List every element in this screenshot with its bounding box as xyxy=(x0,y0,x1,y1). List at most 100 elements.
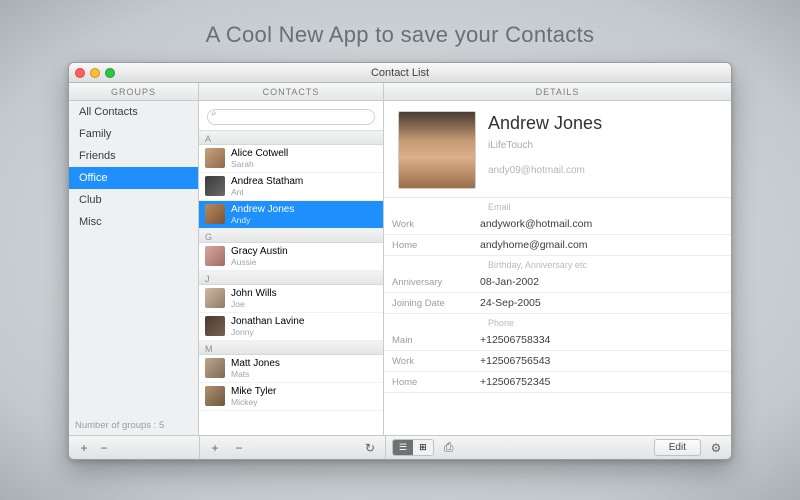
detail-label: Work xyxy=(384,356,480,367)
detail-value: +12506758334 xyxy=(480,334,550,346)
contact-name: Mike Tyler xyxy=(231,386,276,397)
alpha-separator: J xyxy=(199,271,383,285)
contact-item[interactable]: Mike TylerMickey xyxy=(199,383,383,411)
groups-list: All ContactsFamilyFriendsOfficeClubMisc xyxy=(69,101,198,416)
refresh-icon[interactable]: ↻ xyxy=(361,441,379,455)
detail-org: iLifeTouch xyxy=(488,140,602,151)
titlebar: Contact List xyxy=(69,63,731,83)
detail-row: Work+12506756543 xyxy=(384,351,731,372)
groups-column: GROUPS All ContactsFamilyFriendsOfficeCl… xyxy=(69,83,199,435)
page-tagline: A Cool New App to save your Contacts xyxy=(0,0,800,48)
contact-name: Gracy Austin xyxy=(231,246,288,257)
detail-header: Andrew Jones iLifeTouch andy09@hotmail.c… xyxy=(384,101,731,198)
avatar-thumbnail xyxy=(205,386,225,406)
detail-section-title: Phone xyxy=(384,314,731,330)
add-group-button[interactable]: + xyxy=(75,441,93,455)
avatar-thumbnail xyxy=(205,246,225,266)
contact-item[interactable]: Gracy AustinAussie xyxy=(199,243,383,271)
search-input[interactable] xyxy=(207,109,375,125)
detail-label: Work xyxy=(384,219,480,230)
search-icon: ⌕ xyxy=(211,108,217,119)
contacts-list: AAlice CotwellSarahAndrea StathamAntAndr… xyxy=(199,131,383,436)
alpha-separator: A xyxy=(199,131,383,145)
print-icon[interactable]: ⎙ xyxy=(440,440,458,455)
contact-nickname: Mats xyxy=(231,369,280,379)
contact-item[interactable]: Alice CotwellSarah xyxy=(199,145,383,173)
contact-nickname: Ant xyxy=(231,187,303,197)
detail-label: Joining Date xyxy=(384,298,480,309)
view-mode-toggle[interactable]: ☰ ⊞ xyxy=(392,439,434,456)
group-item[interactable]: Club xyxy=(69,189,198,211)
minimize-icon[interactable] xyxy=(90,68,100,78)
contacts-column: CONTACTS ⌕ AAlice CotwellSarahAndrea Sta… xyxy=(199,83,384,435)
detail-value: +12506756543 xyxy=(480,355,550,367)
window-title: Contact List xyxy=(69,67,731,79)
alpha-separator: M xyxy=(199,341,383,355)
contact-name: Jonathan Lavine xyxy=(231,316,304,327)
detail-name: Andrew Jones xyxy=(488,113,602,134)
app-window: Contact List GROUPS All ContactsFamilyFr… xyxy=(68,62,732,460)
contact-nickname: Aussie xyxy=(231,257,288,267)
close-icon[interactable] xyxy=(75,68,85,78)
alpha-separator: G xyxy=(199,229,383,243)
edit-button[interactable]: Edit xyxy=(654,439,701,456)
detail-row: Main+12506758334 xyxy=(384,330,731,351)
detail-value: 24-Sep-2005 xyxy=(480,297,541,309)
detail-row: Homeandyhome@gmail.com xyxy=(384,235,731,256)
detail-row: Joining Date24-Sep-2005 xyxy=(384,293,731,314)
avatar-thumbnail xyxy=(205,204,225,224)
detail-label: Home xyxy=(384,240,480,251)
contact-name: Matt Jones xyxy=(231,358,280,369)
details-header: DETAILS xyxy=(384,83,731,101)
detail-label: Anniversary xyxy=(384,277,480,288)
contact-item[interactable]: John WillsJoe xyxy=(199,285,383,313)
list-view-icon[interactable]: ☰ xyxy=(393,440,413,455)
remove-contact-button[interactable]: − xyxy=(230,441,248,455)
contact-nickname: Joe xyxy=(231,299,277,309)
contact-item[interactable]: Jonathan LavineJonny xyxy=(199,313,383,341)
contact-name: Alice Cotwell xyxy=(231,148,288,159)
detail-row: Workandywork@hotmail.com xyxy=(384,214,731,235)
detail-row: Anniversary08-Jan-2002 xyxy=(384,272,731,293)
group-item[interactable]: Office xyxy=(69,167,198,189)
avatar-thumbnail xyxy=(205,288,225,308)
window-controls xyxy=(75,68,115,78)
contact-nickname: Sarah xyxy=(231,159,288,169)
avatar-thumbnail xyxy=(205,316,225,336)
detail-value: andywork@hotmail.com xyxy=(480,218,592,230)
contact-nickname: Andy xyxy=(231,215,294,225)
contact-nickname: Mickey xyxy=(231,397,276,407)
detail-row: Home+12506752345 xyxy=(384,372,731,393)
group-item[interactable]: Friends xyxy=(69,145,198,167)
detail-label: Main xyxy=(384,335,480,346)
contacts-header: CONTACTS xyxy=(199,83,383,101)
contact-nickname: Jonny xyxy=(231,327,304,337)
contact-item[interactable]: Andrew JonesAndy xyxy=(199,201,383,229)
add-contact-button[interactable]: + xyxy=(206,441,224,455)
avatar-thumbnail xyxy=(205,176,225,196)
contact-name: Andrew Jones xyxy=(231,204,294,215)
contact-name: John Wills xyxy=(231,288,277,299)
detail-primary-email: andy09@hotmail.com xyxy=(488,165,602,176)
avatar-thumbnail xyxy=(205,358,225,378)
detail-section-title: Birthday, Anniversary etc xyxy=(384,256,731,272)
avatar-thumbnail xyxy=(205,148,225,168)
footer-toolbar: + − + − ↻ ☰ ⊞ ⎙ Edit ⚙ xyxy=(69,435,731,459)
detail-section-title: Email xyxy=(384,198,731,214)
group-item[interactable]: Misc xyxy=(69,211,198,233)
detail-label: Home xyxy=(384,377,480,388)
contact-item[interactable]: Andrea StathamAnt xyxy=(199,173,383,201)
groups-header: GROUPS xyxy=(69,83,198,101)
detail-value: andyhome@gmail.com xyxy=(480,239,588,251)
details-column: DETAILS Andrew Jones iLifeTouch andy09@h… xyxy=(384,83,731,435)
contact-item[interactable]: Matt JonesMats xyxy=(199,355,383,383)
groups-count: Number of groups : 5 xyxy=(69,416,198,435)
detail-value: +12506752345 xyxy=(480,376,550,388)
gear-icon[interactable]: ⚙ xyxy=(707,441,725,455)
zoom-icon[interactable] xyxy=(105,68,115,78)
avatar xyxy=(398,111,476,189)
grid-view-icon[interactable]: ⊞ xyxy=(413,440,433,455)
group-item[interactable]: Family xyxy=(69,123,198,145)
group-item[interactable]: All Contacts xyxy=(69,101,198,123)
remove-group-button[interactable]: − xyxy=(95,441,113,455)
